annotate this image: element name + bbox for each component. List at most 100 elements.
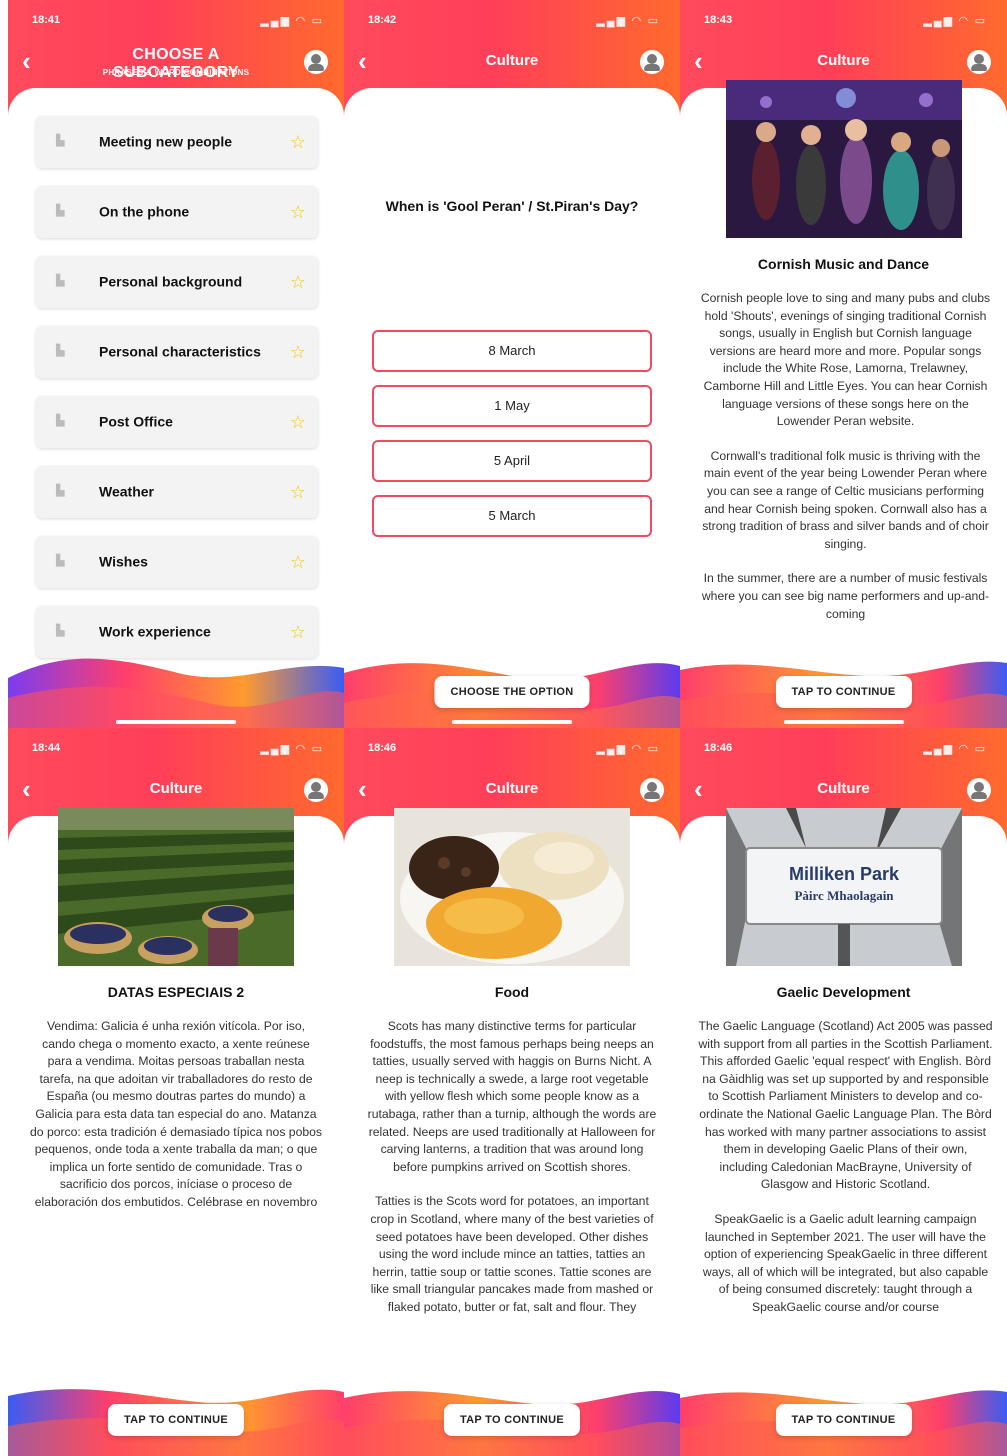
quiz-question: When is 'Gool Peran' / St.Piran's Day?: [385, 198, 639, 214]
article-body: Scots has many distinctive terms for par…: [366, 1018, 658, 1392]
star-icon[interactable]: ☆: [290, 483, 306, 501]
article-body: The Gaelic Language (Scotland) Act 2005 …: [698, 1018, 993, 1392]
article-title: Gaelic Development: [776, 984, 911, 1000]
article-paragraph: In the summer, there are a number of mus…: [701, 571, 990, 621]
status-icons: ▂▄▆ ◠ ▭: [923, 15, 987, 27]
item-label: Personal characteristics: [99, 343, 261, 360]
star-icon[interactable]: ☆: [290, 553, 306, 571]
status-bar: 18:41 ▂▄▆ ◠ ▭: [32, 14, 324, 30]
star-icon[interactable]: ☆: [290, 273, 306, 291]
status-time: 18:41: [32, 14, 61, 26]
status-bar: 18:43 ▂▄▆ ◠ ▭: [704, 14, 987, 30]
list-item[interactable]: ▙ Meeting new people ☆: [36, 116, 318, 168]
sign-text-gaelic: Pàirc Mhaolagain: [794, 888, 894, 903]
article-paragraph: The Gaelic Language (Scotland) Act 2005 …: [698, 1019, 993, 1192]
progress-icon: ▙: [56, 135, 65, 147]
quiz-screen: 18:42 ▂▄▆ ◠ ▭ ‹ Culture When is 'Gool Pe…: [344, 0, 680, 728]
profile-icon[interactable]: [304, 778, 328, 802]
item-label: Wishes: [99, 553, 148, 570]
answer-option[interactable]: 5 April: [372, 440, 652, 482]
back-icon[interactable]: ‹: [358, 776, 367, 802]
footer-wave: [8, 648, 344, 728]
status-icons: ▂▄▆ ◠ ▭: [596, 743, 660, 755]
back-icon[interactable]: ‹: [358, 48, 367, 74]
back-icon[interactable]: ‹: [694, 776, 703, 802]
continue-button[interactable]: TAP TO CONTINUE: [775, 676, 912, 708]
answer-options: 8 March 1 May 5 April 5 March: [372, 330, 652, 550]
back-icon[interactable]: ‹: [694, 48, 703, 74]
star-icon[interactable]: ☆: [290, 343, 306, 361]
status-icons: ▂▄▆ ◠ ▭: [260, 743, 324, 755]
article-paragraph: Scots has many distinctive terms for par…: [367, 1019, 657, 1174]
status-time: 18:44: [32, 742, 61, 754]
dancers-photo: [725, 80, 962, 238]
list-item[interactable]: ▙ On the phone ☆: [36, 186, 318, 238]
progress-icon: ▙: [56, 555, 65, 567]
status-time: 18:46: [368, 742, 397, 754]
list-item[interactable]: ▙ Wishes ☆: [36, 536, 318, 588]
item-label: Meeting new people: [99, 133, 233, 150]
list-item[interactable]: ▙ Personal characteristics ☆: [36, 326, 318, 378]
item-label: Personal background: [99, 273, 243, 290]
status-bar: 18:44 ▂▄▆ ◠ ▭: [32, 742, 324, 758]
status-bar: 18:46 ▂▄▆ ◠ ▭: [368, 742, 660, 758]
item-label: Work experience: [99, 623, 211, 640]
back-icon[interactable]: ‹: [22, 48, 31, 74]
list-item[interactable]: ▙ Post Office ☆: [36, 396, 318, 448]
answer-option[interactable]: 1 May: [372, 385, 652, 427]
subcategory-list: ▙ Meeting new people ☆ ▙ On the phone ☆ ▙ Per…: [36, 116, 318, 676]
profile-icon[interactable]: [967, 778, 991, 802]
page-title: Culture: [817, 780, 870, 797]
status-time: 18:43: [704, 14, 733, 26]
subcategory-screen: 18:41 ▂▄▆ ◠ ▭ ‹ CHOOSE A SUBCATEGORY PHR…: [8, 0, 344, 728]
continue-button[interactable]: TAP TO CONTINUE: [775, 1404, 912, 1436]
item-label: Post Office: [99, 413, 173, 430]
article-title: Food: [494, 984, 530, 1000]
star-icon[interactable]: ☆: [290, 413, 306, 431]
profile-icon[interactable]: [640, 778, 664, 802]
list-item[interactable]: ▙ Personal background ☆: [36, 256, 318, 308]
star-icon[interactable]: ☆: [290, 133, 306, 151]
article-paragraph: Cornwall's traditional folk music is thr…: [702, 448, 989, 551]
continue-button[interactable]: TAP TO CONTINUE: [107, 1404, 245, 1436]
page-title: Culture: [485, 52, 539, 69]
answer-option[interactable]: 5 March: [372, 495, 652, 537]
article-title: Cornish Music and Dance: [757, 256, 930, 272]
food-photo: [394, 808, 630, 966]
progress-icon: ▙: [56, 625, 65, 637]
page-subtitle: PHRASES & WORD COMBINATIONS: [102, 68, 250, 77]
page-title: Culture: [817, 52, 870, 69]
article-body: Vendima: Galicia é unha rexión vitícola.…: [30, 1018, 322, 1392]
profile-icon[interactable]: [304, 50, 328, 74]
article-paragraph: Vendima: Galicia é unha rexión vitícola.…: [30, 1019, 322, 1209]
progress-icon: ▙: [56, 415, 65, 427]
back-icon[interactable]: ‹: [22, 776, 31, 802]
status-time: 18:46: [704, 742, 733, 754]
status-icons: ▂▄▆ ◠ ▭: [260, 15, 324, 27]
home-indicator: [783, 720, 904, 724]
list-item[interactable]: ▙ Weather ☆: [36, 466, 318, 518]
profile-icon[interactable]: [640, 50, 664, 74]
culture-screen: 18:43 ▂▄▆ ◠ ▭ ‹ Culture Cornish Music an…: [680, 0, 1007, 728]
home-indicator: [452, 720, 572, 724]
continue-button[interactable]: TAP TO CONTINUE: [443, 1404, 581, 1436]
star-icon[interactable]: ☆: [290, 203, 306, 221]
answer-option[interactable]: 8 March: [372, 330, 652, 372]
article-title: DATAS ESPECIAIS 2: [107, 984, 245, 1000]
choose-option-button[interactable]: CHOOSE THE OPTION: [434, 676, 590, 708]
article-paragraph: SpeakGaelic is a Gaelic adult learning c…: [702, 1211, 989, 1314]
profile-icon[interactable]: [967, 50, 991, 74]
star-icon[interactable]: ☆: [290, 623, 306, 641]
sign-photo: Milliken Park Pàirc Mhaolagain: [725, 808, 962, 966]
culture-screen: 18:46 ▂▄▆ ◠ ▭ ‹ Culture Milliken Park Pà…: [680, 728, 1007, 1456]
article-paragraph: Cornish people love to sing and many pub…: [700, 291, 991, 429]
progress-icon: ▙: [56, 485, 65, 497]
status-icons: ▂▄▆ ◠ ▭: [596, 15, 660, 27]
status-bar: 18:42 ▂▄▆ ◠ ▭: [368, 14, 660, 30]
status-bar: 18:46 ▂▄▆ ◠ ▭: [704, 742, 987, 758]
page-title: Culture: [149, 780, 203, 797]
progress-icon: ▙: [56, 345, 65, 357]
sign-text-english: Milliken Park: [788, 864, 899, 884]
item-label: Weather: [99, 483, 154, 500]
culture-screen: 18:44 ▂▄▆ ◠ ▭ ‹ Culture DATAS ESPECIAIS …: [8, 728, 344, 1456]
